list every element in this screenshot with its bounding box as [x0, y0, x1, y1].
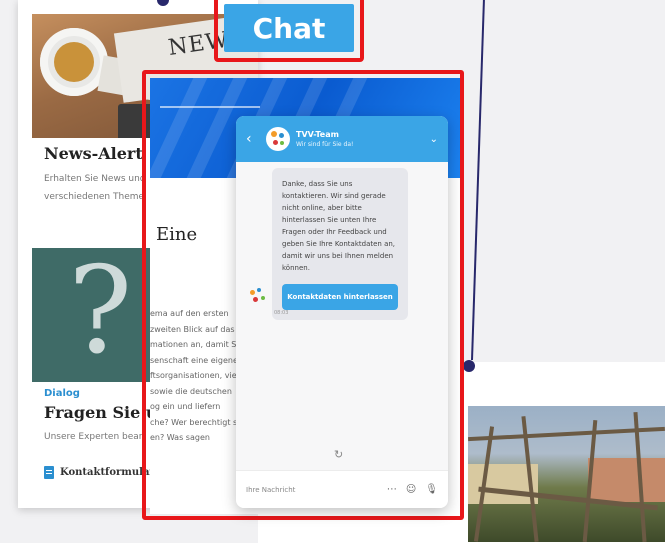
- chat-annotation-label: Chat: [224, 4, 354, 52]
- annotation-dot: [463, 360, 475, 372]
- bot-avatar: [248, 288, 272, 306]
- more-icon[interactable]: ⋯: [387, 484, 397, 495]
- building-graphic: [588, 458, 665, 502]
- chat-input-bar: ⋯ ☺ 🎙: [236, 470, 448, 508]
- back-icon[interactable]: ‹: [246, 131, 260, 147]
- kontaktformular-link[interactable]: Kontaktformular: [44, 466, 155, 479]
- chevron-down-icon[interactable]: ⌄: [430, 134, 438, 145]
- dialog-kicker: Dialog: [44, 388, 80, 399]
- annotation-connector: [471, 0, 485, 361]
- refresh-icon[interactable]: ↻: [334, 448, 343, 461]
- chat-header[interactable]: ‹ TVV-Team Wir sind für Sie da! ⌄: [236, 116, 448, 162]
- chat-widget[interactable]: ‹ TVV-Team Wir sind für Sie da! ⌄ Danke,…: [236, 116, 448, 508]
- kontaktformular-label: Kontaktformular: [60, 467, 155, 478]
- message-timestamp: 08:03: [274, 310, 289, 316]
- chat-annotation-badge: Chat: [214, 0, 364, 62]
- chat-message-input[interactable]: [246, 485, 378, 494]
- question-mark-graphic: ?: [68, 248, 133, 381]
- dialog-description: Unsere Experten bean: [44, 432, 145, 442]
- document-icon: [44, 466, 54, 479]
- chat-subtitle: Wir sind für Sie da!: [296, 141, 354, 148]
- dialog-title[interactable]: Fragen Sie u: [44, 403, 157, 422]
- emoji-icon[interactable]: ☺: [406, 484, 416, 495]
- chat-message-bubble: Danke, dass Sie uns kontaktieren. Wir si…: [272, 168, 408, 320]
- news-alert-title[interactable]: News-Alert: [44, 144, 143, 163]
- playground-image[interactable]: [468, 406, 665, 542]
- chat-message-text: Danke, dass Sie uns kontaktieren. Wir si…: [282, 180, 396, 272]
- team-avatar: [266, 127, 290, 151]
- microphone-icon[interactable]: 🎙: [425, 484, 438, 495]
- chat-team-name: TVV-Team: [296, 130, 339, 139]
- leave-contact-details-button[interactable]: Kontaktdaten hinterlassen: [282, 284, 398, 310]
